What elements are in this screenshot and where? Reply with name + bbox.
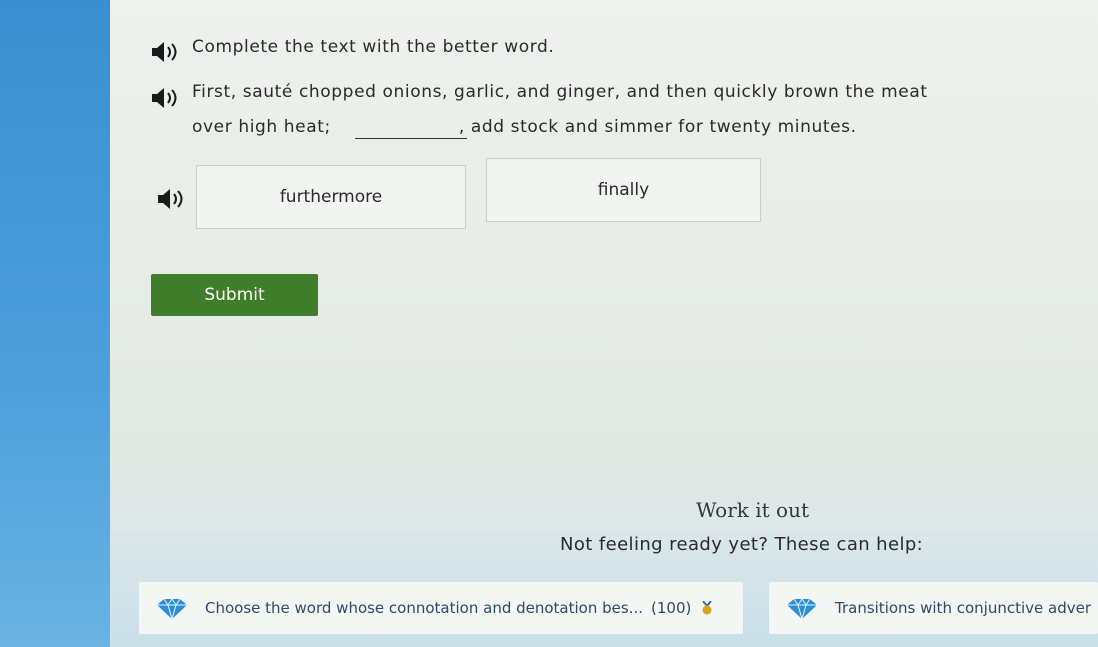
submit-button[interactable]: Submit xyxy=(151,274,318,316)
medal-icon xyxy=(701,600,713,615)
choice-finally[interactable]: finally xyxy=(486,158,761,222)
help-title: Work it out xyxy=(695,498,810,522)
passage-line-2-end: , add stock and simmer for twenty minute… xyxy=(458,117,857,137)
passage-line-1: First, sauté chopped onions, garlic, and… xyxy=(192,82,928,102)
left-blue-band xyxy=(0,0,110,647)
help-card-score: (100) xyxy=(651,599,692,617)
help-card-label: Transitions with conjunctive adver xyxy=(835,599,1091,617)
question-instruction: Complete the text with the better word. xyxy=(192,37,555,57)
help-card-connotation[interactable]: Choose the word whose connotation and de… xyxy=(139,582,743,634)
passage-line-2-start: over high heat; xyxy=(192,117,331,137)
speaker-icon[interactable] xyxy=(156,188,186,210)
speaker-icon[interactable] xyxy=(150,87,180,109)
passage-line-2: over high heat; , add stock and simmer fo… xyxy=(192,117,857,137)
speaker-icon[interactable] xyxy=(150,41,180,63)
gem-icon xyxy=(785,598,819,624)
help-subtitle: Not feeling ready yet? These can help: xyxy=(560,534,924,555)
choice-furthermore[interactable]: furthermore xyxy=(196,165,466,229)
help-card-transitions[interactable]: Transitions with conjunctive adver xyxy=(769,582,1098,634)
gem-icon xyxy=(155,598,189,624)
answer-blank xyxy=(355,137,467,139)
help-card-label: Choose the word whose connotation and de… xyxy=(205,599,643,617)
